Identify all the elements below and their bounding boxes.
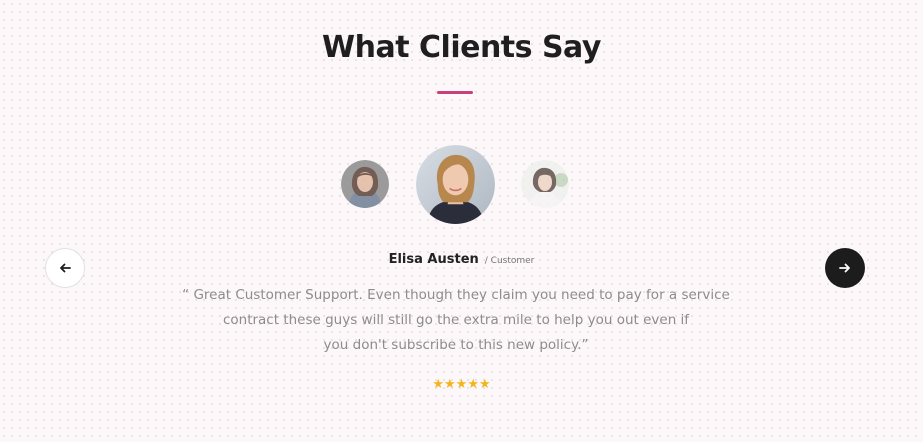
testimonial-author: Elisa Austen / Customer <box>0 250 923 268</box>
avatar-elisa-austen[interactable] <box>416 145 495 224</box>
next-button[interactable] <box>825 248 865 288</box>
avatar-next-client[interactable] <box>521 160 569 208</box>
client-photo-left <box>341 160 389 208</box>
author-name: Elisa Austen <box>388 252 479 267</box>
author-role: / Customer <box>484 256 535 266</box>
client-photo-right <box>521 160 569 208</box>
title-divider <box>437 91 473 94</box>
testimonial-quote: “ Great Customer Support. Even though th… <box>161 283 751 358</box>
quote-line: “ Great Customer Support. Even though th… <box>182 287 730 303</box>
rating-stars: ★★★★★ <box>432 376 491 391</box>
testimonials-section: What Clients Say Elisa Austen / Customer… <box>0 0 923 442</box>
client-photo-center <box>416 145 495 224</box>
quote-line: contract these guys will still go the ex… <box>222 312 690 328</box>
arrow-right-icon <box>839 263 850 273</box>
quote-line: you don't subscribe to this new policy.” <box>323 337 589 353</box>
avatar-previous-client[interactable] <box>341 160 389 208</box>
previous-button[interactable] <box>45 248 85 288</box>
section-title: What Clients Say <box>322 30 601 65</box>
arrow-left-icon <box>60 263 71 273</box>
